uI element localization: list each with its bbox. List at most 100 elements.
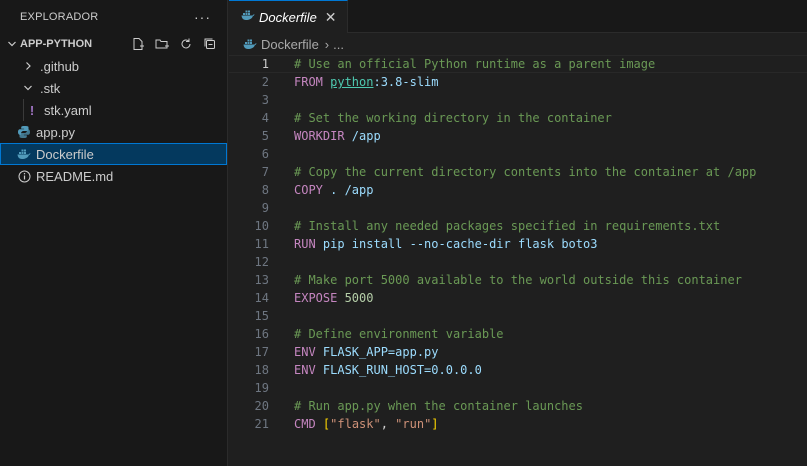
code-token: COPY xyxy=(294,183,331,197)
code-line[interactable]: 14 EXPOSE 5000 xyxy=(229,289,807,307)
code-token: . /app xyxy=(330,183,374,197)
code-line[interactable]: 5 WORKDIR /app xyxy=(229,127,807,145)
code-token: pip install --no-cache-dir flask boto3 xyxy=(322,237,598,251)
code-line[interactable]: 13 # Make port 5000 available to the worl… xyxy=(229,271,807,289)
tab-bar: Dockerfile ✕ xyxy=(229,0,807,33)
line-number: 21 xyxy=(254,417,269,431)
code-editor[interactable]: 1 # Use an official Python runtime as a p… xyxy=(229,55,807,433)
yaml-icon: ! xyxy=(29,102,35,118)
tree-item-label: stk.yaml xyxy=(44,102,92,118)
explorer-sidebar: EXPLORADOR ··· APP-PYTHON .github .stk !… xyxy=(0,0,228,466)
breadcrumb-more[interactable]: ... xyxy=(333,37,344,52)
breadcrumb-file[interactable]: Dockerfile xyxy=(261,37,319,52)
code-line[interactable]: 18 ENV FLASK_RUN_HOST=0.0.0.0 xyxy=(229,361,807,379)
line-number: 1 xyxy=(261,57,269,71)
tree-item-readme[interactable]: README.md xyxy=(0,165,227,187)
code-token: WORKDIR xyxy=(294,129,352,143)
new-folder-icon[interactable] xyxy=(153,35,171,53)
tree-item-label: .github xyxy=(40,58,80,74)
refresh-icon[interactable] xyxy=(177,35,195,53)
line-number: 14 xyxy=(254,291,269,305)
tree-item-github[interactable]: .github xyxy=(0,55,227,77)
code-line[interactable]: 15 xyxy=(229,307,807,325)
code-token: FROM xyxy=(294,75,331,89)
code-token: # Define environment variable xyxy=(294,327,504,341)
code-line[interactable]: 9 xyxy=(229,199,807,217)
code-line[interactable]: 6 xyxy=(229,145,807,163)
tab-dockerfile[interactable]: Dockerfile ✕ xyxy=(229,0,348,33)
line-number: 2 xyxy=(261,75,269,89)
code-line[interactable]: 19 xyxy=(229,379,807,397)
code-token: FLASK_APP=app.py xyxy=(322,345,439,359)
info-icon xyxy=(16,168,32,184)
line-number: 19 xyxy=(254,381,269,395)
code-line[interactable]: 17 ENV FLASK_APP=app.py xyxy=(229,343,807,361)
close-icon[interactable]: ✕ xyxy=(325,9,337,26)
indent-guide xyxy=(23,99,24,121)
code-token: ] xyxy=(431,417,439,431)
line-number: 15 xyxy=(254,309,269,323)
line-number: 16 xyxy=(254,327,269,341)
code-line[interactable]: 7 # Copy the current directory contents i… xyxy=(229,163,807,181)
more-actions-icon[interactable]: ··· xyxy=(194,9,211,25)
code-content: # Make port 5000 available to the world … xyxy=(294,273,742,287)
line-number: 3 xyxy=(261,93,269,107)
code-token: # Install any needed packages specified … xyxy=(294,219,721,233)
code-token: # Copy the current directory contents in… xyxy=(294,165,757,179)
code-content: WORKDIR /app xyxy=(294,129,381,143)
tree-item-label: app.py xyxy=(36,124,76,140)
code-content: ENV FLASK_APP=app.py xyxy=(294,345,439,359)
collapse-all-icon[interactable] xyxy=(201,35,219,53)
tree-item-app-py[interactable]: app.py xyxy=(0,121,227,143)
code-line[interactable]: 10 # Install any needed packages specifie… xyxy=(229,217,807,235)
code-token: "flask" xyxy=(330,417,381,431)
line-number: 9 xyxy=(261,201,269,215)
tree-item-stk[interactable]: .stk xyxy=(0,77,227,99)
code-token: /app xyxy=(351,129,381,143)
code-content: RUN pip install --no-cache-dir flask bot… xyxy=(294,237,597,251)
folder-actions xyxy=(129,35,227,53)
line-number: 12 xyxy=(254,255,269,269)
code-line[interactable]: 2 FROM python:3.8-slim xyxy=(229,73,807,91)
explorer-title: EXPLORADOR xyxy=(20,10,99,23)
tree-item-stk-yaml[interactable]: ! stk.yaml xyxy=(0,99,227,121)
line-number: 17 xyxy=(254,345,269,359)
chevron-down-icon xyxy=(4,36,20,52)
breadcrumb: Dockerfile › ... xyxy=(229,33,807,55)
folder-name: APP-PYTHON xyxy=(20,38,93,50)
code-line[interactable]: 16 # Define environment variable xyxy=(229,325,807,343)
code-line[interactable]: 1 # Use an official Python runtime as a p… xyxy=(229,55,807,73)
code-token: 5000 xyxy=(344,291,374,305)
code-line[interactable]: 21 CMD ["flask", "run"] xyxy=(229,415,807,433)
tab-label: Dockerfile xyxy=(259,9,317,25)
code-line[interactable]: 12 xyxy=(229,253,807,271)
folder-header[interactable]: APP-PYTHON xyxy=(0,33,227,55)
line-number: 18 xyxy=(254,363,269,377)
code-token: :3.8-slim xyxy=(373,75,439,89)
code-content: # Copy the current directory contents in… xyxy=(294,165,756,179)
editor-area: Dockerfile ✕ Dockerfile › ... 1 # Use an … xyxy=(229,0,807,466)
line-number: 4 xyxy=(261,111,269,125)
code-content: FROM python:3.8-slim xyxy=(294,75,439,89)
tree-item-dockerfile[interactable]: Dockerfile xyxy=(0,143,227,165)
code-line[interactable]: 20 # Run app.py when the container launch… xyxy=(229,397,807,415)
code-line[interactable]: 8 COPY . /app xyxy=(229,181,807,199)
code-token: , xyxy=(380,417,396,431)
docker-icon xyxy=(243,38,257,50)
code-token: ENV xyxy=(294,363,323,377)
code-content: # Define environment variable xyxy=(294,327,504,341)
code-line[interactable]: 3 xyxy=(229,91,807,109)
code-content: EXPOSE 5000 xyxy=(294,291,373,305)
code-line[interactable]: 4 # Set the working directory in the cont… xyxy=(229,109,807,127)
explorer-header: EXPLORADOR ··· xyxy=(0,0,227,33)
code-token: # Make port 5000 available to the world … xyxy=(294,273,742,287)
new-file-icon[interactable] xyxy=(129,35,147,53)
code-content: # Run app.py when the container launches xyxy=(294,399,583,413)
code-token: FLASK_RUN_HOST=0.0.0.0 xyxy=(322,363,482,377)
tree-item-label: README.md xyxy=(36,168,114,184)
line-number: 20 xyxy=(254,399,269,413)
code-line[interactable]: 11 RUN pip install --no-cache-dir flask b… xyxy=(229,235,807,253)
code-token: "run" xyxy=(395,417,432,431)
code-token: ENV xyxy=(294,345,323,359)
code-content: COPY . /app xyxy=(294,183,373,197)
